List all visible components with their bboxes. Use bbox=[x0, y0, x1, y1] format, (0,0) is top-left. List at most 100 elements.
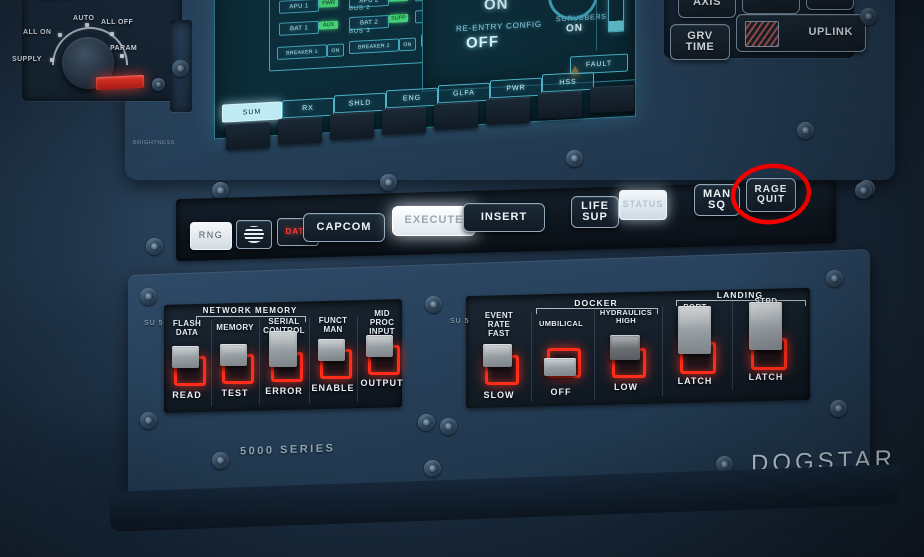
switch-panel-right-unit-label: SU 5 bbox=[450, 318, 470, 325]
umbilical-switch[interactable]: UMBILICAL OFF bbox=[532, 308, 590, 404]
mid-proc-input-switch[interactable]: MID PROC INPUT OUTPUT bbox=[358, 309, 406, 402]
flash-data-lever[interactable] bbox=[172, 346, 199, 368]
rotary-label-all-on: ALL ON bbox=[23, 29, 52, 36]
softkey-8[interactable] bbox=[590, 84, 634, 114]
memory-switch[interactable]: MEMORY TEST bbox=[212, 317, 258, 409]
grv-time-button[interactable]: GRV TIME bbox=[670, 24, 730, 60]
mfd-tab-fault[interactable]: FAULT bbox=[570, 53, 628, 75]
bg-blur-2 bbox=[10, 300, 130, 420]
mfd-tab-sum[interactable]: SUM bbox=[222, 101, 282, 123]
screw-bulkhead-4 bbox=[797, 122, 814, 139]
status-button-label: STATUS bbox=[622, 199, 664, 210]
flash-data-top-label: FLASH DATA bbox=[172, 319, 202, 337]
event-rate-lever[interactable] bbox=[483, 344, 512, 367]
uplink-button-label: UPLINK bbox=[808, 26, 853, 39]
flash-data-bottom-label: READ bbox=[172, 390, 202, 400]
mfd-grav-field-value: ON bbox=[484, 0, 509, 14]
man-sq-button[interactable]: MAN SQ bbox=[694, 184, 740, 216]
rotary-label-all-off: ALL OFF bbox=[101, 19, 134, 26]
mfd-breaker-2-status: ON bbox=[399, 37, 416, 52]
mfd-tab-eng[interactable]: ENG bbox=[386, 87, 438, 109]
status-button[interactable]: STATUS bbox=[619, 190, 667, 220]
event-rate-switch[interactable]: EVENT RATE FAST SLOW bbox=[472, 310, 526, 406]
insert-button[interactable]: INSERT bbox=[463, 203, 545, 232]
mfd-breaker-1[interactable]: BREAKER 1 bbox=[277, 44, 327, 61]
mfd-reentry-config-value: OFF bbox=[466, 33, 499, 52]
mfd-scrubbers-value: ON bbox=[566, 22, 583, 35]
serial-control-bottom-label: ERROR bbox=[265, 386, 303, 396]
port-gear-lever[interactable] bbox=[678, 306, 711, 354]
mfd-tab-shld[interactable]: SHLD bbox=[334, 92, 386, 114]
uplink-hatch-icon bbox=[745, 21, 779, 47]
capcom-button[interactable]: CAPCOM bbox=[303, 213, 385, 242]
waveform-icon-button[interactable] bbox=[236, 220, 272, 249]
mid-proc-input-lever[interactable] bbox=[366, 335, 393, 357]
screw-lower-bottom-2 bbox=[424, 460, 441, 477]
rotary-tick-supply bbox=[50, 58, 54, 62]
rng-indicator[interactable]: RNG bbox=[190, 222, 232, 250]
mfd-bat-1[interactable]: BAT 1 bbox=[279, 20, 319, 36]
life-sup-button-label: LIFE SUP bbox=[581, 199, 609, 223]
memory-lever[interactable] bbox=[220, 344, 247, 366]
unlabeled-button-top-mid[interactable] bbox=[742, 0, 800, 14]
serial-control-switch[interactable]: SERIAL CONTROL ERROR bbox=[260, 316, 308, 408]
unlabeled-button-top-right[interactable] bbox=[806, 0, 854, 10]
screw-rotary-bracket bbox=[172, 60, 189, 77]
umbilical-lever[interactable] bbox=[544, 358, 576, 376]
umbilical-bottom-label: OFF bbox=[550, 387, 572, 397]
rage-quit-button[interactable]: RAGE QUIT bbox=[746, 178, 796, 212]
serial-control-lever[interactable] bbox=[269, 331, 297, 367]
softkey-1[interactable] bbox=[226, 121, 270, 151]
mid-proc-input-bottom-label: OUTPUT bbox=[360, 378, 404, 388]
funct-man-switch[interactable]: FUNCT MAN ENABLE bbox=[310, 314, 356, 406]
uplink-button[interactable]: UPLINK bbox=[736, 14, 866, 52]
mfd-bus-3-label: BUS 3 bbox=[349, 27, 371, 36]
mid-proc-input-top-label: MID PROC INPUT bbox=[369, 309, 395, 336]
rotary-warning-lamp bbox=[96, 74, 144, 91]
man-sq-button-label: MAN SQ bbox=[702, 187, 732, 211]
screw-cmdstrip-right bbox=[855, 182, 872, 199]
hydraulics-lever[interactable] bbox=[610, 335, 640, 360]
screw-rotary-br bbox=[152, 78, 165, 91]
rotary-label-param: PARAM bbox=[110, 45, 138, 52]
mfd-apu-1[interactable]: APU 1 bbox=[279, 0, 319, 14]
rotary-label-auto: AUTO bbox=[73, 15, 95, 22]
rotary-top-label-power-on: POWER ON bbox=[34, 0, 76, 1]
grv-time-button-label: GRV TIME bbox=[685, 29, 715, 53]
stbd-gear-switch[interactable]: STBD GEAR LATCH bbox=[734, 294, 798, 390]
flash-data-switch[interactable]: FLASH DATA READ bbox=[164, 318, 210, 410]
funct-man-lever[interactable] bbox=[318, 339, 345, 361]
bg-blur-1 bbox=[0, 150, 110, 300]
mfd-gauge-sibc bbox=[608, 0, 624, 33]
stbd-gear-lever[interactable] bbox=[749, 302, 782, 350]
mfd-tab-pwr[interactable]: PWR bbox=[490, 77, 542, 99]
screw-lower-tl bbox=[140, 288, 157, 305]
port-gear-bottom-label: LATCH bbox=[677, 376, 713, 386]
softkey-3[interactable] bbox=[330, 111, 374, 141]
hydraulics-switch[interactable]: HYDRAULICS HIGH LOW bbox=[596, 305, 656, 401]
rotary-tick-param bbox=[120, 54, 124, 58]
screw-lower-mid-3 bbox=[440, 418, 457, 435]
life-sup-button[interactable]: LIFE SUP bbox=[571, 196, 619, 228]
softkey-2[interactable] bbox=[278, 116, 322, 146]
softkey-4[interactable] bbox=[382, 106, 426, 136]
softkey-7[interactable] bbox=[538, 90, 582, 120]
cockpit-panel-screenshot: POWER ON PWR DISABLE SUPPLY ALL ON AUTO … bbox=[0, 0, 924, 557]
mfd-bus-2-label: BUS 2 bbox=[349, 4, 371, 13]
mfd-breaker-2[interactable]: BREAKER 2 bbox=[349, 38, 399, 55]
axis-button-label: AXIS bbox=[692, 0, 722, 9]
mfd-divider-right bbox=[596, 0, 597, 51]
port-gear-switch[interactable]: PORT GEAR LATCH bbox=[664, 300, 726, 396]
event-rate-top-label: EVENT RATE FAST bbox=[484, 311, 514, 338]
screw-bulkhead-2 bbox=[380, 174, 397, 191]
mfd-tab-hss[interactable]: HSS bbox=[542, 71, 594, 93]
switch-panel-left-unit-label: SU 5 bbox=[144, 320, 164, 327]
rotary-tick-auto bbox=[85, 23, 89, 27]
mfd-tab-glfa[interactable]: GLFA bbox=[438, 82, 490, 104]
mfd-tab-rx[interactable]: RX bbox=[282, 97, 334, 119]
screw-bulkhead-3 bbox=[566, 150, 583, 167]
screw-bulkhead-1 bbox=[212, 182, 229, 199]
softkey-5[interactable] bbox=[434, 101, 478, 131]
axis-button[interactable]: AXIS bbox=[678, 0, 736, 18]
softkey-6[interactable] bbox=[486, 96, 530, 126]
